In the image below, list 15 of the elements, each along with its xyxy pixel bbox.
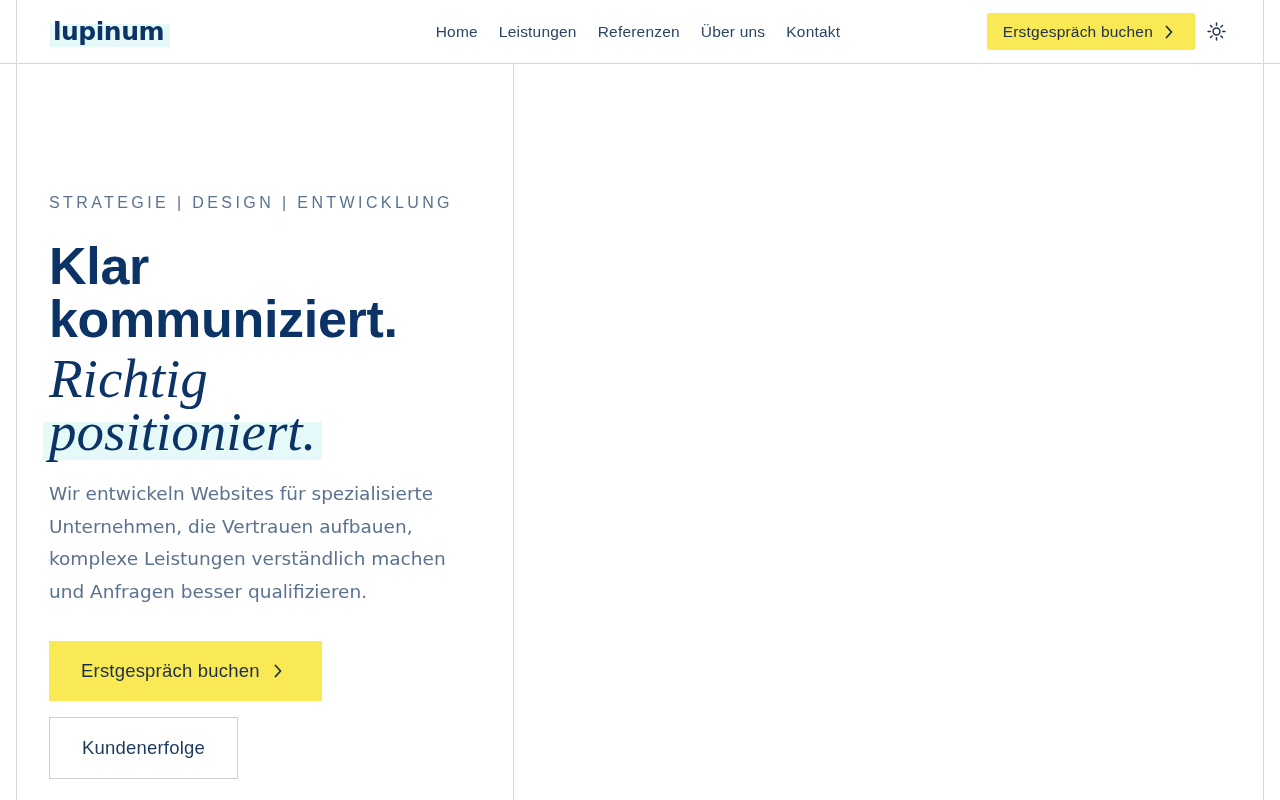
booking-button[interactable]: Erstgespräch buchen [49,640,322,701]
eyebrow-text: STRATEGIE | DESIGN | ENTWICKLUNG [49,193,454,213]
nav-link[interactable]: Referenzen [597,22,680,41]
nav-link[interactable]: Kontakt [786,22,841,41]
success-stories-button[interactable]: Kundenerfolge [49,716,238,779]
booking-button[interactable]: Erstgespräch buchen [986,13,1195,50]
headline: Klar kommuniziert. [49,240,399,346]
nav-link[interactable]: Leistungen [498,22,577,41]
nav-link[interactable]: Home [435,22,478,41]
sun-icon[interactable] [1207,22,1226,41]
description-text: Wir entwickeln Websites für spezialisierte Unternehmen, die Vertrauen aufbauen, komplexe Leistungen verständlich machen und Anfragen besser qualifizieren. [49,482,447,605]
chevron-right-icon [1165,24,1173,39]
chevron-right-icon [273,663,282,678]
accent-headline: Richtig positioniert. [43,346,449,470]
nav-link[interactable]: Über uns [700,22,766,41]
